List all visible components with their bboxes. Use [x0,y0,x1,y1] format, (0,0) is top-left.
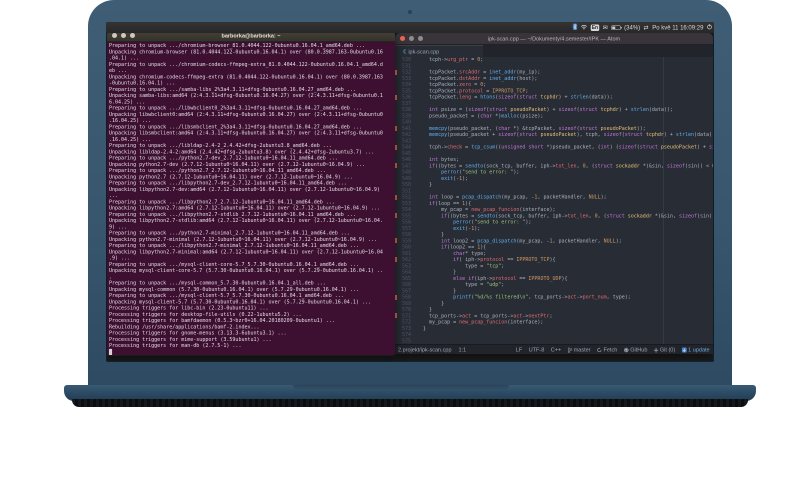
status-item-label: Fetch [603,347,618,353]
git-diff-marker [395,144,397,150]
minimize-button[interactable] [121,33,126,38]
status-file-path[interactable]: 2.projekt/ipk-scan.cpp [398,347,452,353]
minimize-button[interactable] [409,36,414,41]
status-item-lf[interactable]: LF [516,347,522,353]
top-panel: En ✉ (34%) ⇄ Po kvě 11 16:09:29 [106,22,714,33]
editor-window: ipk-scan.cpp — ~/Dokumenty/4.semester/IP… [395,33,713,354]
tab-ipk-scan[interactable]: C ipk-scan.cpp [395,45,484,57]
laptop-base-underside [72,399,748,407]
status-item-label: GitHub [630,347,648,353]
status-item-utf-8[interactable]: UTF-8 [529,347,545,353]
terminal-line: Unpacking libpython2.7-dev:amd64 (2.7.12… [109,186,380,193]
code-editor[interactable]: 530 tcph->urg_ptr = 0; 531 532 tcpPacket.s… [395,57,713,344]
laptop-base-notch [293,385,509,390]
status-item-label: LF [516,347,523,353]
status-item-github[interactable]: GitHub [624,347,648,353]
clock-label[interactable]: Po kvě 11 16:09:29 [652,24,703,31]
close-button[interactable] [112,33,117,38]
status-item-master[interactable]: master [568,347,591,353]
screen: En ✉ (34%) ⇄ Po kvě 11 16:09:29 ipk-scan… [106,22,714,362]
terminal-line: Unpacking samba-libs:amd64 (2:4.3.11+dfs… [109,93,383,99]
maximize-button[interactable] [130,33,135,38]
git-diff-marker [395,238,397,244]
update-icon [682,347,688,353]
sync-icon [597,347,602,353]
git-diff-marker [395,257,397,262]
mail-icon[interactable]: ✉ [602,24,607,31]
tab-bar: C ipk-scan.cpp [395,45,713,57]
editor-titlebar[interactable]: ipk-scan.cpp — ~/Dokumenty/4.semester/IP… [395,33,713,45]
status-item-label: master [574,347,591,353]
git-plus-icon [654,347,659,353]
git-diff-marker [395,313,397,319]
terminal-line: Preparing to unpack .../chromium-codecs-… [109,61,383,68]
terminal-line: Preparing to unpack .../libwbclient0_2%3… [109,105,362,112]
indicator-area: En ✉ (34%) ⇄ Po kvě 11 16:09:29 [572,22,712,33]
terminal-cursor: █ [109,349,113,355]
status-item-label: UTF-8 [529,347,545,353]
status-cursor-position[interactable]: 1:1 [459,347,467,353]
terminal-line: Unpacking libwbclient0:amd64 (2:4.3.11+d… [109,111,383,118]
status-item-fetch[interactable]: Fetch [597,347,618,353]
git-diff-marker [395,213,397,219]
editor-title: ipk-scan.cpp — ~/Dokumenty/4.semester/IP… [487,36,621,42]
battery-icon[interactable] [610,25,622,30]
status-item-label: C++ [551,347,562,353]
status-item-label: Git (0) [660,347,676,353]
status-item-git-0-[interactable]: Git (0) [654,347,676,353]
close-button[interactable] [400,36,405,41]
terminal-line: Unpacking chromium-browser (81.0.4044.12… [109,49,383,55]
tab-label: ipk-scan.cpp [408,48,440,55]
terminal-window: barborka@barborka: ~ Preparing to unpack… [107,30,395,356]
laptop-lid: En ✉ (34%) ⇄ Po kvě 11 16:09:29 ipk-scan… [88,0,732,392]
code-line: 544 tcph->check = tcp_csum((unsigned sho… [395,145,713,151]
terminal-line: Unpacking mysql-client-core-5.7 (5.7.30-… [109,268,383,274]
code-line: 542 memcpy(pseudo_packet + sizeof(struct… [395,132,713,138]
battery-fill [611,26,615,29]
terminal-output[interactable]: Preparing to unpack .../chromium-browser… [107,42,395,355]
terminal-line: Preparing to unpack .../libpython2.7-min… [109,243,359,249]
git-diff-marker [395,163,397,169]
git-diff-marker [395,194,397,200]
status-bar: 2.projekt/ipk-scan.cpp 1:1 LF UTF-8 C++ mas… [395,344,713,354]
webcam-dot [408,10,412,14]
terminal-line: Unpacking libsmbclient:amd64 (2:4.3.11+d… [109,130,383,137]
battery-percentage: (34%) [623,24,640,31]
terminal-line: Unpacking libpython2.7:amd64 (2.7.12-1ub… [109,205,380,212]
terminal-line: Preparing to unpack .../chromium-browser… [109,43,365,49]
keyboard-indicator[interactable]: En [590,24,599,31]
bluetooth-icon[interactable] [572,23,577,32]
branch-icon [568,347,573,353]
terminal-line: Unpacking libpython2.7-stdlib:amd64 (2.7… [109,218,383,224]
wifi-icon[interactable] [580,24,587,31]
terminal-line: Unpacking libpython2.7-minimal:amd64 (2.… [109,249,383,255]
git-diff-marker [395,69,397,75]
session-menu-icon[interactable] [706,24,713,31]
laptop-mockup: En ✉ (34%) ⇄ Po kvě 11 16:09:29 ipk-scan… [0,0,800,477]
status-item-c-[interactable]: C++ [551,347,561,353]
c-file-icon: C [403,48,407,55]
status-item-label: 1 update [688,347,710,353]
github-icon [624,347,629,353]
network-icon[interactable]: ⇄ [643,24,648,31]
git-diff-marker [395,294,397,300]
status-item-1-update[interactable]: 1 update [682,347,710,353]
maximize-button[interactable] [418,36,423,41]
git-diff-marker [395,125,397,131]
git-diff-marker [395,94,397,100]
